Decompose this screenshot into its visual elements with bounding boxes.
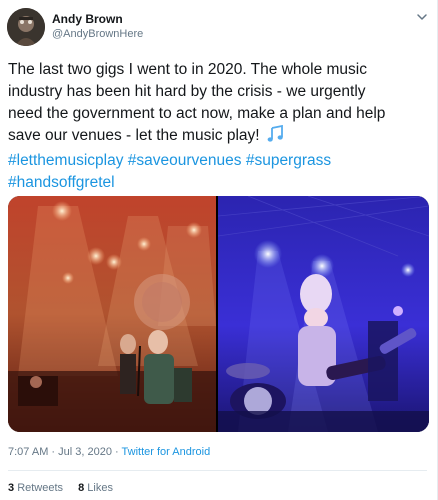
hashtag-letthemusicplay[interactable]: #letthemusicplay: [8, 152, 123, 169]
meta-separator: ·: [48, 446, 59, 458]
avatar-image: [7, 8, 45, 46]
tweet-stats: 3 Retweets 8 Likes: [8, 482, 125, 494]
tweet-card: Andy Brown @AndyBrownHere The last two g…: [0, 0, 438, 500]
tweet-text-segment: save our venues - let the music play!: [8, 127, 260, 144]
tweet-time[interactable]: 7:07 AM: [8, 446, 48, 458]
tweet-meta: 7:07 AM · Jul 3, 2020 · Twitter for Andr…: [8, 446, 210, 458]
user-handle[interactable]: @AndyBrownHere: [52, 27, 143, 42]
hashtag-handsoffgretel[interactable]: #handsoffgretel: [8, 174, 115, 191]
tweet-source-link[interactable]: Twitter for Android: [122, 446, 211, 458]
concert-photo-right[interactable]: [217, 196, 429, 432]
likes-stat[interactable]: 8 Likes: [78, 482, 113, 494]
tweet-text-line: The last two gigs I went to in 2020. The…: [8, 61, 367, 78]
retweets-label: Retweets: [17, 482, 64, 494]
likes-count: 8: [78, 482, 85, 494]
tweet-date[interactable]: Jul 3, 2020: [58, 446, 112, 458]
tweet-text: The last two gigs I went to in 2020. The…: [8, 59, 428, 194]
hashtag-line: #letthemusicplay #saveourvenues #supergr…: [8, 150, 428, 172]
divider: [8, 470, 427, 471]
media-grid: [8, 196, 429, 432]
hashtag-saveourvenues[interactable]: #saveourvenues: [128, 152, 242, 169]
meta-separator: ·: [111, 446, 122, 458]
likes-label: Likes: [87, 482, 113, 494]
tweet-text-line: need the government to act now, make a p…: [8, 105, 386, 122]
user-info: Andy Brown @AndyBrownHere: [52, 12, 143, 42]
retweets-stat[interactable]: 3 Retweets: [8, 482, 63, 494]
retweets-count: 3: [8, 482, 15, 494]
chevron-down-icon[interactable]: [415, 10, 429, 24]
tweet-text-line-with-emoji: save our venues - let the music play!: [8, 124, 428, 150]
musical-notes-icon: [266, 124, 286, 150]
hashtag-line: #handsoffgretel: [8, 172, 428, 194]
avatar[interactable]: [7, 8, 45, 46]
hashtag-supergrass[interactable]: #supergrass: [246, 152, 331, 169]
tweet-text-line: industry has been hit hard by the crisis…: [8, 83, 366, 100]
concert-photo-left[interactable]: [8, 196, 216, 432]
display-name[interactable]: Andy Brown: [52, 12, 143, 27]
